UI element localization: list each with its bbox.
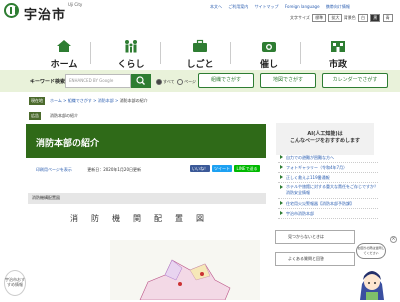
top-links: 本文へ ご利用案内 サイトマップ Foreign language 携帯向け情報 (210, 4, 355, 10)
nav-events-label: 催し (259, 60, 278, 70)
ad-tag: 広告 (29, 112, 41, 120)
nav-work-label: しごと (186, 60, 214, 70)
breadcrumb-home[interactable]: ホーム (50, 98, 62, 103)
section-bar (28, 193, 266, 204)
updated-date: 更新日：2020年1月20日更新 (87, 167, 142, 172)
faq-button[interactable]: よくある質問と回答 (275, 252, 355, 266)
current-location-tag: 現在地 (29, 97, 45, 105)
accessibility-tools: 文字サイズ 標準 拡大 背景色 白 黒 青 (290, 14, 393, 22)
bg-white-button[interactable]: 白 (358, 14, 369, 22)
ad-text: 消防本部の紹介 (50, 113, 78, 118)
breadcrumb-current: 消防本部の紹介 (119, 98, 148, 103)
print-page-link[interactable]: 印刷用ページを表示 (36, 167, 72, 172)
top-link-mobile[interactable]: 携帯向け情報 (326, 4, 350, 9)
breadcrumb-fire-dept[interactable]: 消防本部 (98, 98, 114, 103)
bg-color-label: 背景色 (343, 15, 356, 20)
section-label: 消防機構配置図 (32, 195, 60, 200)
mascot-speech-bubble: お困りの際は質問してください (356, 243, 386, 259)
bg-blue-button[interactable]: 青 (382, 14, 393, 22)
radio-page-label: ページ (184, 79, 197, 84)
nav-cityhall[interactable]: 市政 (298, 36, 378, 70)
keyword-search-label: キーワード検索 (30, 79, 66, 85)
ai-heading-line1: AI(人工知能)は (307, 131, 343, 137)
not-found-help-label: 見つからないときは (288, 234, 324, 239)
nav-events[interactable]: 催し (229, 36, 309, 70)
recommend-item[interactable]: 宇治市消防本部 (278, 209, 378, 219)
map-illustration (139, 259, 231, 301)
search-icon (136, 76, 145, 85)
ai-recommend-heading: AI(人工知能)は こんなページをおすすめします (276, 123, 374, 155)
city-hall-icon (331, 41, 345, 52)
home-icon (57, 40, 71, 52)
top-link-guide[interactable]: ご利用案内 (228, 4, 248, 9)
camera-icon (262, 42, 276, 52)
tweet-button[interactable]: ツイート (212, 165, 232, 172)
font-standard-button[interactable]: 標準 (312, 14, 327, 22)
radio-all-label: すべて (163, 79, 175, 84)
top-link-sitemap[interactable]: サイトマップ (255, 4, 279, 9)
fire-station-map-image (110, 240, 260, 301)
recommend-item[interactable]: 正しく救えよ119番通報 (278, 173, 378, 183)
breadcrumb-org[interactable]: 組織でさがす (68, 98, 92, 103)
top-link-skip[interactable]: 本文へ (210, 4, 222, 9)
font-size-label: 文字サイズ (290, 15, 310, 20)
search-by-map-button[interactable]: 地図でさがす (260, 73, 316, 88)
city-name[interactable]: 宇治市 (24, 4, 66, 23)
main-nav: ホーム くらし しごと 催し 市政 (0, 36, 400, 70)
search-by-org-button[interactable]: 組織でさがす (198, 73, 254, 88)
nav-cityhall-label: 市政 (328, 60, 347, 70)
bg-black-button[interactable]: 黒 (370, 14, 381, 22)
recommended-info-badge[interactable]: 宇治市おすすめ情報 (4, 270, 26, 296)
radio-all[interactable] (156, 79, 162, 85)
facebook-like-button[interactable]: いいね！ (190, 165, 210, 172)
breadcrumb: ホーム > 組織でさがす > 消防本部 > 消防本部の紹介 (50, 98, 148, 103)
not-found-help-button[interactable]: 見つからないときは (275, 230, 355, 244)
font-large-button[interactable]: 拡大 (328, 14, 343, 22)
nav-living-label: くらし (117, 60, 145, 70)
document-title: 消防機関配置図 (70, 214, 217, 223)
search-input[interactable]: ENHANCED BY Google (65, 74, 131, 88)
top-link-foreign[interactable]: Foreign language (285, 4, 320, 9)
nav-living[interactable]: くらし (91, 36, 171, 70)
recommend-item[interactable]: フォトギャラリー（令和4年7月） (278, 163, 378, 173)
page-title: 消防本部の紹介 (36, 139, 100, 149)
close-icon[interactable]: × (390, 236, 397, 243)
family-icon (125, 40, 137, 53)
recommend-list: 自力での避難が困難な方へ フォトギャラリー（令和4年7月） 正しく救えよ119番… (278, 153, 378, 219)
line-share-button[interactable]: LINEで送る (234, 165, 260, 172)
city-name-en: Uji City (68, 2, 83, 7)
page-meta: 印刷用ページを表示 更新日：2020年1月20日更新 (36, 167, 141, 173)
search-by-calendar-button[interactable]: カレンダーでさがす (322, 73, 388, 88)
mascot-character-icon[interactable] (352, 262, 392, 300)
nav-work[interactable]: しごと (160, 36, 240, 70)
radio-page[interactable] (177, 79, 184, 85)
city-logo-icon[interactable] (4, 3, 19, 18)
recommend-item[interactable]: 自力での避難が困難な方へ (278, 153, 378, 163)
ai-heading-line2: こんなページをおすすめします (290, 138, 360, 144)
briefcase-icon (193, 39, 207, 52)
search-button[interactable] (131, 74, 151, 88)
faq-label: よくある質問と回答 (288, 256, 324, 261)
recommend-item[interactable]: ホテルや旅館に対する重大な責任をご存じですか？消防安全情報 (278, 183, 378, 199)
recommend-item[interactable]: 住宅用火災警報器【消防本部予防課】 (278, 199, 378, 209)
